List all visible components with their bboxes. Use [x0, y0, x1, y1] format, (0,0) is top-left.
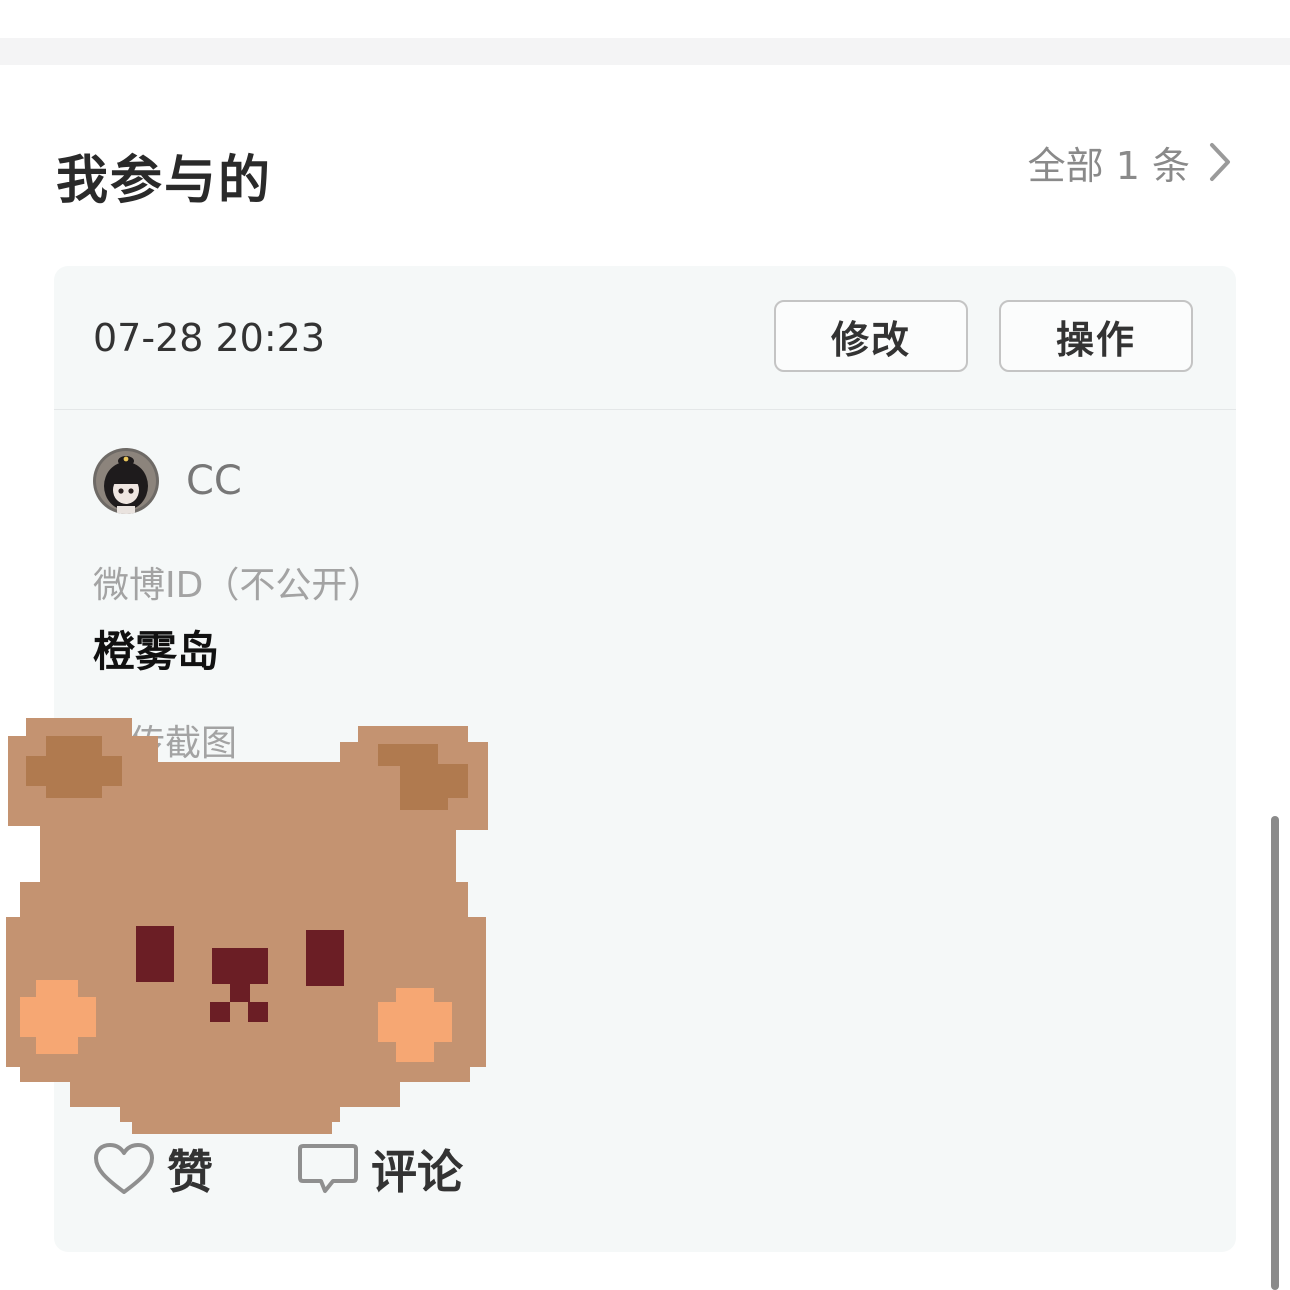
top-divider-strip: [0, 38, 1290, 65]
view-all-link[interactable]: 全部 1 条: [1028, 134, 1234, 190]
like-button[interactable]: 赞: [93, 1136, 213, 1202]
weibo-id-label: 微博ID（不公开）: [93, 565, 384, 606]
edit-button[interactable]: 修改: [774, 300, 968, 372]
view-all-label: 全部 1 条: [1027, 143, 1190, 188]
like-label: 赞: [167, 1145, 213, 1199]
section-title: 我参与的: [56, 151, 273, 211]
comment-button[interactable]: 评论: [297, 1136, 463, 1202]
chevron-right-icon: [1210, 143, 1230, 181]
comment-label: 评论: [371, 1145, 463, 1199]
heart-outline-icon: [94, 1143, 154, 1194]
card-actions: 赞 评论: [93, 1136, 463, 1202]
scrollbar[interactable]: [1271, 816, 1279, 1290]
post-timestamp: 07-28 20:23: [93, 316, 326, 360]
weibo-id-value: 橙雾岛: [93, 627, 220, 676]
comment-bubble-icon: [298, 1144, 358, 1193]
operate-button[interactable]: 操作: [999, 300, 1193, 372]
pixel-bear-sticker: [6, 718, 488, 1134]
avatar[interactable]: [93, 448, 159, 514]
card-header: 07-28 20:23 修改 操作: [54, 266, 1236, 410]
username: CC: [186, 458, 242, 504]
